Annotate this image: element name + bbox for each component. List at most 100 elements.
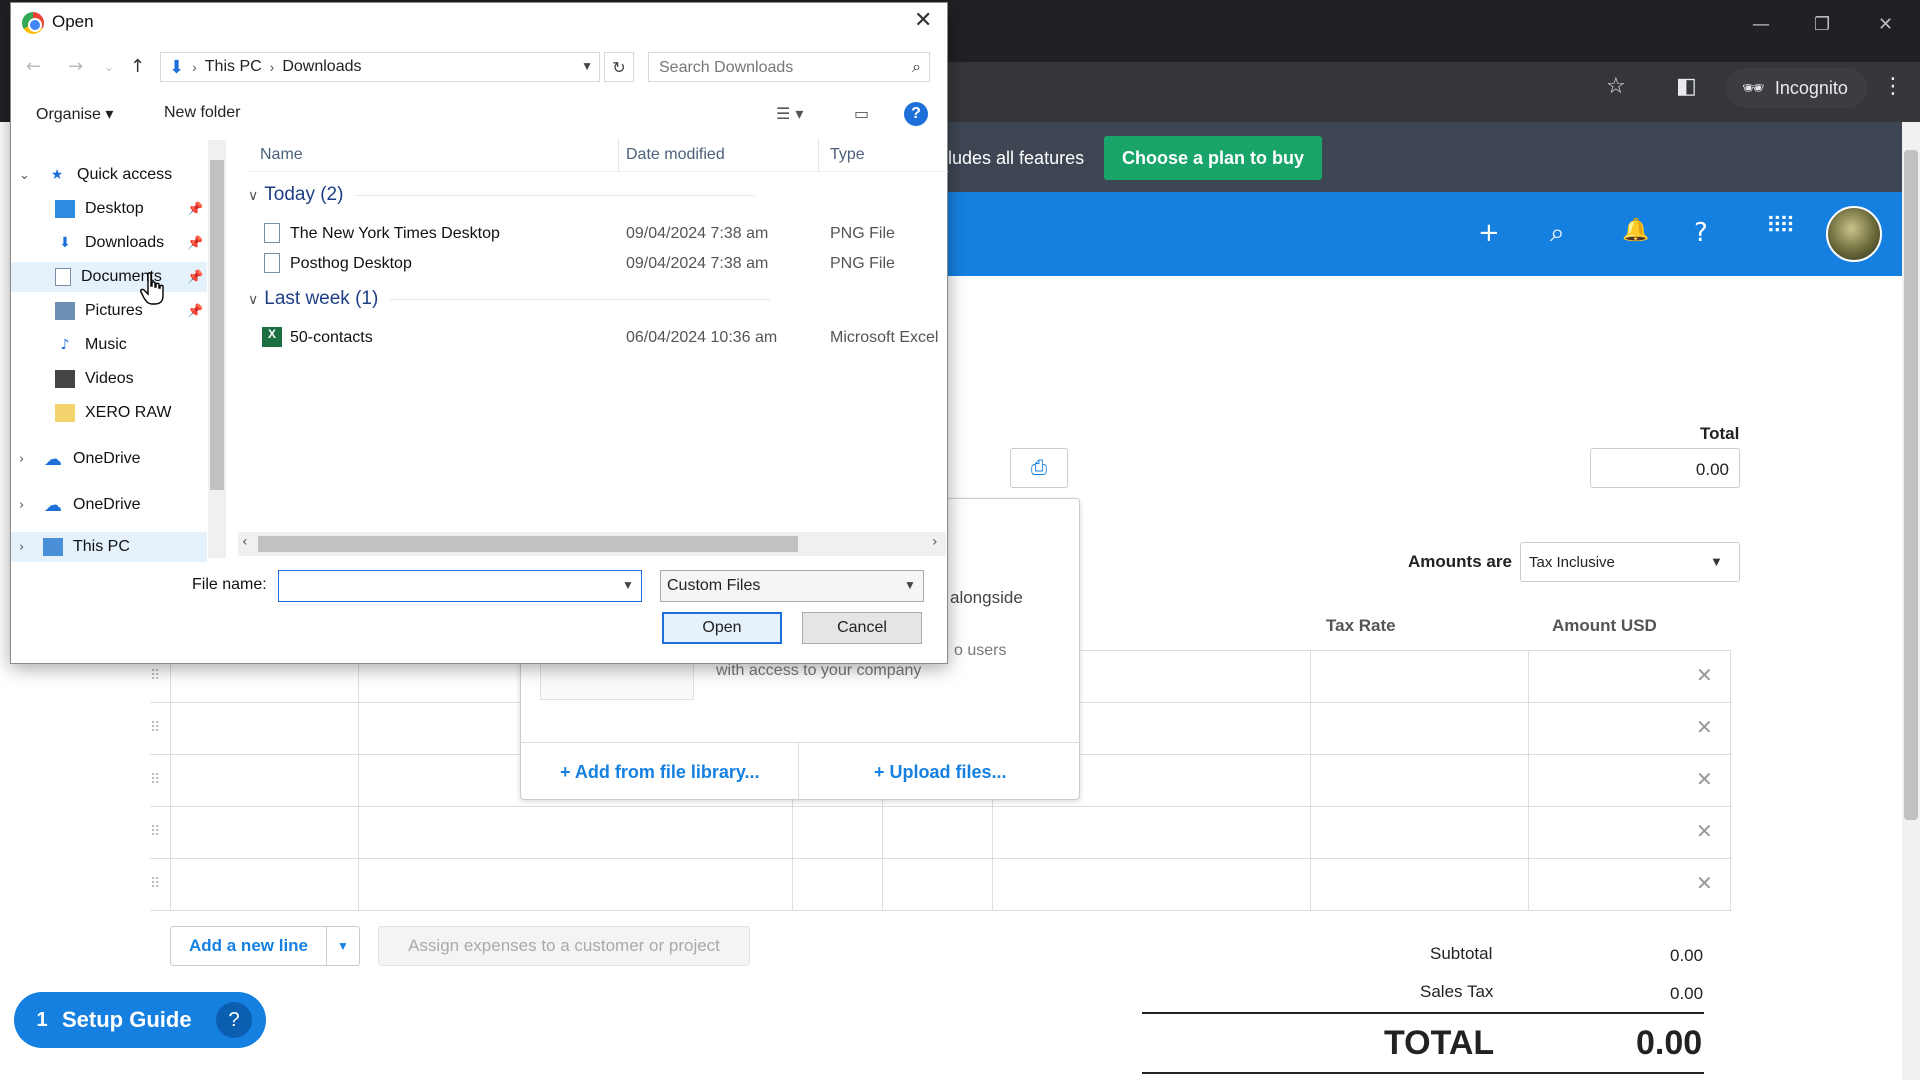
- dialog-close-button[interactable]: ✕: [914, 8, 932, 33]
- file-type: PNG File: [830, 225, 895, 242]
- remove-row-icon[interactable]: ✕: [1696, 819, 1713, 843]
- nav-item-onedrive[interactable]: › ☁ OneDrive: [11, 444, 207, 474]
- group-header-today[interactable]: ∨ Today (2): [248, 184, 756, 206]
- nav-item-downloads[interactable]: ⬇ Downloads 📌: [11, 228, 207, 258]
- help-icon[interactable]: ?: [1694, 218, 1708, 248]
- address-bar[interactable]: ⬇ › This PC › Downloads ▼: [160, 52, 600, 82]
- pin-icon[interactable]: 📌: [187, 202, 203, 217]
- excel-file-icon: X: [262, 327, 282, 347]
- file-type-select[interactable]: Custom Files: [660, 570, 924, 602]
- scroll-right-icon[interactable]: ›: [932, 534, 938, 550]
- chevron-down-icon[interactable]: ∨: [248, 187, 258, 204]
- recent-locations-icon[interactable]: ⌄: [104, 60, 114, 74]
- open-button[interactable]: Open: [662, 612, 782, 644]
- add-new-line-label[interactable]: Add a new line: [171, 927, 327, 965]
- close-window-button[interactable]: ✕: [1878, 14, 1893, 35]
- remove-row-icon[interactable]: ✕: [1696, 767, 1713, 791]
- column-header-type[interactable]: Type: [830, 146, 865, 164]
- forward-arrow-icon[interactable]: →: [68, 56, 83, 77]
- chevron-down-icon[interactable]: ▼: [581, 59, 593, 73]
- chevron-right-icon[interactable]: ›: [270, 59, 275, 75]
- table-row[interactable]: ⠿ ✕: [150, 859, 1732, 911]
- file-row[interactable]: Posthog Desktop 09/04/2024 7:38 am PNG F…: [248, 250, 948, 278]
- organise-menu[interactable]: Organise ▾: [36, 104, 113, 124]
- nav-item-quick-access[interactable]: ⌄ ★ Quick access: [11, 160, 207, 190]
- setup-guide-button[interactable]: 1 Setup Guide ?: [14, 992, 266, 1048]
- chevron-down-icon[interactable]: ▼: [327, 927, 359, 965]
- incognito-badge[interactable]: 🕶 Incognito: [1726, 68, 1868, 108]
- add-from-file-library-link[interactable]: + Add from file library...: [560, 762, 760, 783]
- chevron-down-icon[interactable]: ▼: [622, 578, 634, 592]
- avatar[interactable]: [1826, 206, 1882, 262]
- pin-icon[interactable]: 📌: [187, 270, 203, 285]
- up-arrow-icon[interactable]: ↑: [130, 56, 145, 77]
- column-header-name[interactable]: Name: [260, 146, 303, 164]
- chevron-down-icon[interactable]: ▼: [1710, 554, 1723, 569]
- nav-item-onedrive[interactable]: › ☁ OneDrive: [11, 490, 207, 520]
- nav-scrollbar-thumb[interactable]: [210, 160, 224, 490]
- group-header-last-week[interactable]: ∨ Last week (1): [248, 288, 771, 310]
- choose-plan-button[interactable]: Choose a plan to buy: [1104, 136, 1322, 180]
- breadcrumb-this-pc[interactable]: This PC: [205, 58, 262, 76]
- remove-row-icon[interactable]: ✕: [1696, 871, 1713, 895]
- drag-handle-icon[interactable]: ⠿: [150, 823, 160, 840]
- chevron-down-icon[interactable]: ∨: [248, 291, 258, 308]
- assign-expenses-button[interactable]: Assign expenses to a customer or project: [378, 926, 750, 966]
- chevron-right-icon[interactable]: ›: [19, 498, 24, 513]
- pin-icon[interactable]: 📌: [187, 236, 203, 251]
- refresh-button[interactable]: ↻: [604, 52, 634, 82]
- side-panel-icon[interactable]: ◧: [1676, 74, 1697, 99]
- attach-files-button[interactable]: ⎙: [1010, 448, 1068, 488]
- page-scrollbar-thumb[interactable]: [1904, 150, 1918, 820]
- file-list-scrollbar-thumb[interactable]: [258, 536, 798, 552]
- remove-row-icon[interactable]: ✕: [1696, 715, 1713, 739]
- chevron-down-icon[interactable]: ⌄: [19, 168, 30, 183]
- nav-item-xero-raw[interactable]: XERO RAW: [11, 398, 207, 428]
- pin-icon[interactable]: 📌: [187, 304, 203, 319]
- nav-item-documents[interactable]: Documents 📌: [11, 262, 207, 292]
- chevron-right-icon[interactable]: ›: [19, 452, 24, 467]
- nav-item-this-pc[interactable]: › This PC: [11, 532, 207, 562]
- total-input[interactable]: 0.00: [1590, 448, 1740, 488]
- preview-pane-icon[interactable]: ▭: [854, 104, 869, 123]
- nav-item-desktop[interactable]: Desktop 📌: [11, 194, 207, 224]
- search-icon[interactable]: ⌕: [1550, 218, 1565, 249]
- drag-handle-icon[interactable]: ⠿: [150, 667, 160, 684]
- cancel-button[interactable]: Cancel: [802, 612, 922, 644]
- view-options-icon[interactable]: ☰ ▾: [776, 104, 803, 123]
- nav-item-pictures[interactable]: Pictures 📌: [11, 296, 207, 326]
- nav-item-videos[interactable]: Videos: [11, 364, 207, 394]
- star-icon: ★: [50, 167, 64, 183]
- restore-window-button[interactable]: ❐: [1814, 14, 1830, 35]
- search-input[interactable]: Search Downloads ⌕: [648, 52, 930, 82]
- column-divider[interactable]: [818, 138, 819, 172]
- upload-files-link[interactable]: + Upload files...: [874, 762, 1007, 783]
- file-row[interactable]: The New York Times Desktop 09/04/2024 7:…: [248, 220, 948, 248]
- column-divider[interactable]: [618, 138, 619, 172]
- scroll-left-icon[interactable]: ‹: [242, 534, 248, 550]
- amounts-are-select[interactable]: Tax Inclusive: [1520, 542, 1740, 582]
- new-folder-button[interactable]: New folder: [164, 104, 240, 122]
- chevron-right-icon[interactable]: ›: [192, 59, 197, 75]
- browser-menu-icon[interactable]: ⋮: [1882, 74, 1904, 99]
- chevron-right-icon[interactable]: ›: [19, 540, 24, 555]
- minimize-window-button[interactable]: —: [1752, 14, 1770, 35]
- drag-handle-icon[interactable]: ⠿: [150, 875, 160, 892]
- remove-row-icon[interactable]: ✕: [1696, 663, 1713, 687]
- drag-handle-icon[interactable]: ⠿: [150, 771, 160, 788]
- back-arrow-icon[interactable]: ←: [26, 56, 41, 77]
- table-row[interactable]: ⠿ ✕: [150, 807, 1732, 859]
- plus-icon[interactable]: +: [1478, 218, 1500, 248]
- add-new-line-button[interactable]: Add a new line ▼: [170, 926, 360, 966]
- file-row[interactable]: X 50-contacts 06/04/2024 10:36 am Micros…: [248, 324, 948, 352]
- bell-icon[interactable]: 🔔: [1622, 218, 1649, 243]
- bookmark-star-icon[interactable]: ☆: [1606, 74, 1626, 99]
- apps-grid-icon[interactable]: ⠿⠿: [1766, 214, 1795, 239]
- chevron-down-icon[interactable]: ▼: [904, 578, 916, 592]
- nav-item-music[interactable]: ♪ Music: [11, 330, 207, 360]
- breadcrumb-downloads[interactable]: Downloads: [282, 58, 361, 76]
- column-header-date[interactable]: Date modified: [626, 146, 725, 164]
- file-name-input[interactable]: [278, 570, 642, 602]
- drag-handle-icon[interactable]: ⠿: [150, 719, 160, 736]
- help-icon[interactable]: ?: [904, 102, 928, 126]
